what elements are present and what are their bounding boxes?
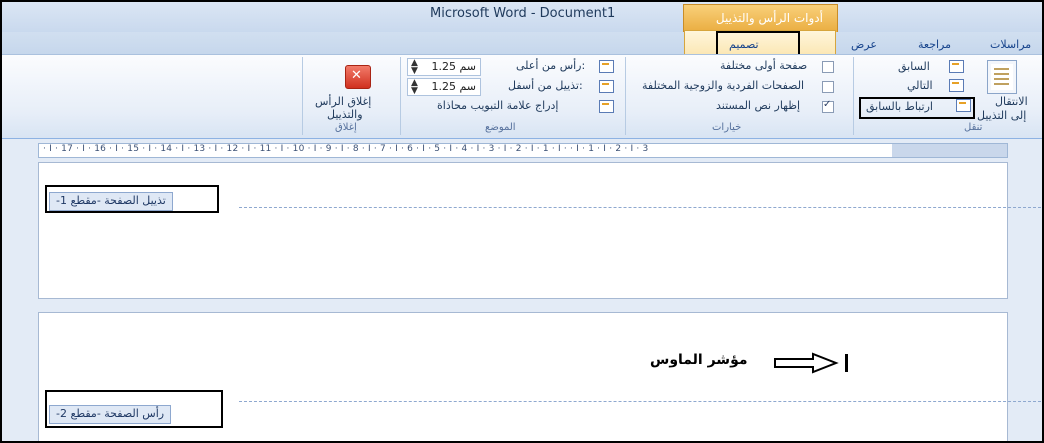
- different-odd-even-checkbox[interactable]: [822, 81, 834, 93]
- goto-footer-label-2[interactable]: إلى التذييل: [977, 109, 1026, 122]
- ribbon-tab-row: [2, 32, 1042, 54]
- highlight-box-header-tag: [45, 390, 223, 428]
- show-document-text-label[interactable]: إظهار نص المستند: [716, 99, 800, 112]
- close-group-label: إغلاق: [335, 122, 357, 133]
- group-separator: [400, 57, 401, 135]
- position-group-label: الموضع: [485, 122, 516, 133]
- previous-icon[interactable]: [949, 60, 964, 73]
- close-header-footer-label-1[interactable]: إغلاق الرأس: [315, 95, 371, 108]
- header-from-top-label: رأس من أعلى:: [516, 59, 586, 72]
- navigation-group-label: تنقل: [964, 122, 983, 133]
- annotation-arrow-icon: [774, 352, 839, 374]
- i-beam-cursor-icon: [845, 354, 848, 372]
- ruler-scale: · I · 17 · I · 16 · I · 15 · I · 14 · I …: [43, 144, 649, 154]
- ruler-margin-area: [892, 144, 1007, 157]
- footer-boundary-line: [239, 207, 1041, 208]
- footer-from-bottom-label: تذييل من أسفل:: [508, 79, 583, 92]
- close-header-footer-icon[interactable]: [345, 65, 371, 89]
- context-tab-group-label: أدوات الرأس والتذييل: [715, 11, 823, 25]
- insert-alignment-tab-icon[interactable]: [599, 100, 614, 113]
- tab-view[interactable]: عرض: [851, 38, 877, 51]
- next-button[interactable]: التالي: [907, 79, 933, 92]
- highlight-box-design-tab: [716, 31, 800, 56]
- footer-from-bottom-icon: [599, 80, 614, 93]
- highlight-box-link-to-previous: [859, 97, 975, 119]
- spinner-arrows-icon[interactable]: ▲ ▼: [411, 79, 418, 96]
- header-from-top-icon: [599, 60, 614, 73]
- group-separator: [853, 57, 854, 135]
- insert-alignment-tab-button[interactable]: إدراج علامة التبويب محاذاة: [437, 99, 558, 112]
- different-first-page-label[interactable]: صفحة أولى مختلفة: [720, 59, 807, 72]
- spinner-arrows-icon[interactable]: ▲ ▼: [411, 59, 418, 76]
- close-header-footer-label-2[interactable]: والتذييل: [327, 108, 363, 121]
- window-title: Microsoft Word - Document1: [430, 6, 616, 21]
- previous-button[interactable]: السابق: [898, 60, 930, 73]
- goto-footer-icon[interactable]: [987, 60, 1017, 94]
- group-separator: [625, 57, 626, 135]
- header-from-top-input[interactable]: ▲ ▼ 1.25 سم: [407, 58, 481, 76]
- page-1[interactable]: -تذييل الصفحة -مقطع 1: [38, 162, 1041, 299]
- tab-mailings[interactable]: مراسلات: [990, 38, 1031, 51]
- tab-review[interactable]: مراجعة: [918, 38, 951, 51]
- different-odd-even-label[interactable]: الصفحات الفردية والزوجية المختلفة: [642, 79, 804, 92]
- next-icon[interactable]: [949, 79, 964, 92]
- word-window: Microsoft Word - Document1 أدوات الرأس و…: [0, 0, 1044, 443]
- highlight-box-footer-tag: [45, 185, 219, 213]
- horizontal-ruler[interactable]: · I · 17 · I · 16 · I · 15 · I · 14 · I …: [38, 143, 1008, 158]
- show-document-text-checkbox[interactable]: [822, 99, 834, 113]
- header-boundary-line: [239, 401, 1041, 402]
- group-separator: [302, 57, 303, 135]
- different-first-page-checkbox[interactable]: [822, 61, 834, 73]
- footer-from-bottom-input[interactable]: ▲ ▼ 1.25 سم: [407, 78, 481, 96]
- mouse-pointer-annotation: مؤشر الماوس: [650, 352, 748, 368]
- goto-footer-label-1[interactable]: الانتقال: [995, 95, 1028, 108]
- options-group-label: خيارات: [712, 122, 742, 133]
